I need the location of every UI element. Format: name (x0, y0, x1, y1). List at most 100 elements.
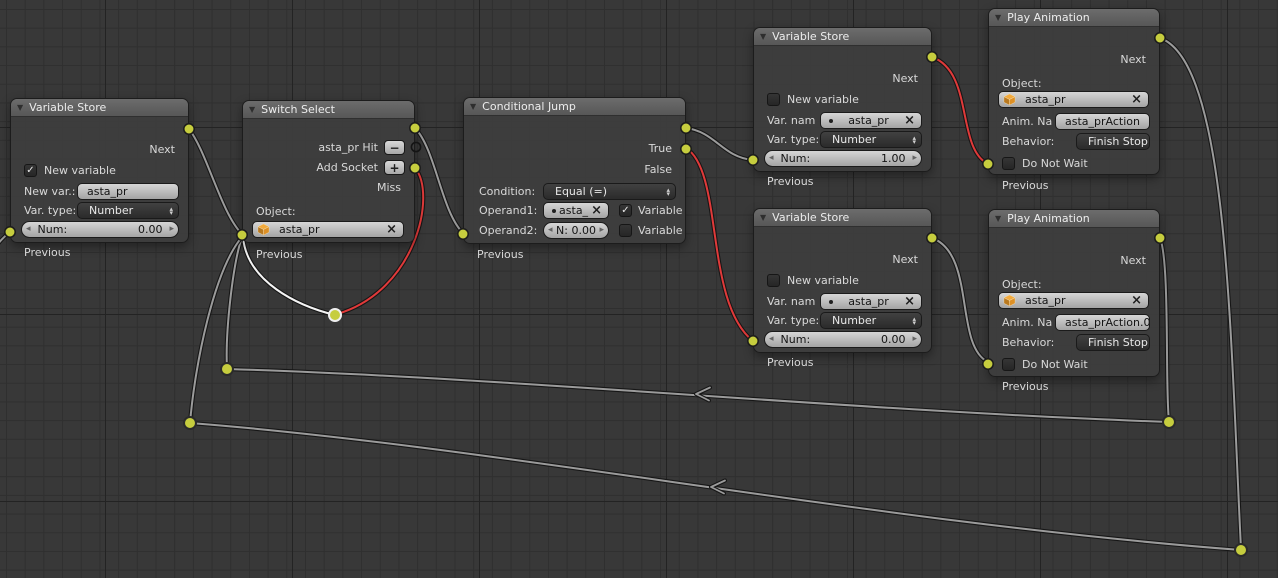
clear-object-icon[interactable]: × (384, 223, 399, 236)
reroute-miss-loop[interactable] (329, 309, 341, 321)
slider-right-arrow-icon[interactable]: ▸ (599, 226, 604, 235)
wire-reroute-left-lower__ss-previous[interactable] (190, 237, 242, 423)
dropdown-arrows-icon[interactable]: ▴▾ (909, 317, 919, 325)
node-variable-store-3[interactable]: ▼Variable StoreNext✓New variableVar. nam… (753, 208, 932, 353)
clear-field-icon[interactable]: × (902, 295, 917, 308)
checkbox-new-variable[interactable]: ✓ (767, 274, 780, 287)
node-header[interactable]: ▼Play Animation (989, 210, 1159, 228)
text-field[interactable]: asta_prAction.001 (1055, 314, 1150, 331)
number-slider[interactable]: ◂Num:1.00▸ (764, 150, 922, 167)
wire-pa2-next__reroute-right-mid[interactable] (1160, 238, 1169, 421)
reroute-right-mid[interactable] (1163, 416, 1175, 428)
dropdown-condition[interactable]: Equal (=)▴▾ (543, 183, 676, 200)
collapse-triangle-icon[interactable]: ▼ (995, 215, 1001, 223)
checkbox-do-not-wait[interactable]: ✓ (1002, 358, 1015, 371)
minus-button[interactable]: − (384, 140, 405, 155)
reroute-right-bottom[interactable] (1235, 544, 1247, 556)
node-play-animation-1[interactable]: ▼Play AnimationNextObject:asta_pr×Anim. … (988, 8, 1160, 175)
dropdown-vartype[interactable]: Number▴▾ (77, 202, 179, 219)
collapse-triangle-icon[interactable]: ▼ (760, 33, 766, 41)
conditional-jump-previous-socket[interactable] (458, 229, 468, 239)
collapse-triangle-icon[interactable]: ▼ (470, 103, 476, 111)
node-variable-store-1[interactable]: ▼Variable StoreNext✓New variableNew var.… (10, 98, 189, 243)
node-header[interactable]: ▼Variable Store (754, 209, 931, 227)
checkbox-do-not-wait[interactable]: ✓ (1002, 157, 1015, 170)
checkbox-variable[interactable]: ✓ (619, 224, 632, 237)
conditional-jump-true-socket[interactable] (681, 123, 691, 133)
node-header[interactable]: ▼Switch Select (243, 101, 414, 119)
text-field[interactable]: asta_prAction (1055, 113, 1150, 130)
wire-pa1-next__reroute-right-bottom[interactable] (1160, 38, 1241, 549)
play-animation-2-previous-socket[interactable] (983, 359, 993, 369)
dropdown-arrows-icon[interactable]: ▴▾ (166, 207, 176, 215)
collapse-triangle-icon[interactable]: ▼ (760, 214, 766, 222)
play-animation-1-next-socket[interactable] (1155, 33, 1165, 43)
number-slider[interactable]: ◂Num:0.00▸ (764, 331, 922, 348)
checkbox-new-variable[interactable]: ✓ (767, 93, 780, 106)
play-animation-1-previous-socket[interactable] (983, 159, 993, 169)
switch-select-row-label: Previous (243, 246, 414, 263)
node-conditional-jump[interactable]: ▼Conditional JumpTrueFalseCondition:Equa… (463, 97, 686, 244)
dropdown-arrows-icon[interactable]: ▴▾ (909, 136, 919, 144)
dropdown-arrows-icon[interactable]: ▴▾ (663, 188, 673, 196)
node-header[interactable]: ▼Variable Store (754, 28, 931, 46)
node-switch-select[interactable]: ▼Switch Selectasta_pr Hit−Add Socket+Mis… (242, 100, 415, 243)
wire-reroute-left-upper__ss-previous[interactable] (227, 237, 242, 369)
play-animation-2-next-socket[interactable] (1155, 233, 1165, 243)
node-editor-canvas[interactable]: ▼Variable StoreNext✓New variableNew var.… (0, 0, 1278, 578)
operand-field[interactable]: asta_× (543, 202, 609, 219)
clear-field-icon[interactable]: × (589, 204, 604, 217)
checkbox-new-variable[interactable]: ✓ (24, 164, 37, 177)
wire-vs2-next__pa1-previous[interactable] (932, 57, 988, 164)
operand-slider[interactable]: ◂N: 0.00▸ (543, 222, 609, 239)
node-header[interactable]: ▼Conditional Jump (464, 98, 685, 116)
wire-cj-true__vs2-previous[interactable] (686, 128, 753, 160)
reroute-left-lower[interactable] (184, 417, 196, 429)
dropdown-arrows-icon[interactable]: ▴▾ (1148, 138, 1150, 146)
slider-right-arrow-icon[interactable]: ▸ (169, 225, 174, 234)
conditional-jump-false-socket[interactable] (681, 144, 691, 154)
wire-vs1-next__ss-previous[interactable] (189, 129, 242, 234)
variable-store-2-next-socket[interactable] (927, 52, 937, 62)
collapse-triangle-icon[interactable]: ▼ (995, 14, 1001, 22)
dropdown-vartype[interactable]: Number▴▾ (820, 312, 922, 329)
dropdown-behavior[interactable]: Finish Stop▴▾ (1076, 334, 1150, 351)
slider-right-arrow-icon[interactable]: ▸ (912, 335, 917, 344)
collapse-triangle-icon[interactable]: ▼ (249, 106, 255, 114)
dropdown-behavior[interactable]: Finish Stop▴▾ (1076, 133, 1150, 150)
variable-store-1-next-socket[interactable] (184, 124, 194, 134)
wire-reroute-right-bottom__reroute-left-lower[interactable] (190, 423, 1241, 550)
wire-vs3-next__pa2-previous[interactable] (932, 238, 988, 362)
object-id-field[interactable]: asta_pr× (998, 91, 1149, 108)
clear-object-icon[interactable]: × (1129, 93, 1144, 106)
dropdown-arrows-icon[interactable]: ▴▾ (1148, 339, 1150, 347)
node-variable-store-2[interactable]: ▼Variable StoreNext✓New variableVar. nam… (753, 27, 932, 172)
text-field[interactable]: asta_pr× (820, 112, 922, 129)
variable-store-3-previous-socket[interactable] (748, 336, 758, 346)
number-slider[interactable]: ◂Num:0.00▸ (21, 221, 179, 238)
text-field[interactable]: asta_pr (77, 183, 179, 200)
switch-select-miss-socket[interactable] (410, 163, 420, 173)
text-field[interactable]: asta_pr× (820, 293, 922, 310)
id-dot-icon (829, 119, 833, 123)
wire-ss-hit__cj-previous[interactable] (415, 128, 463, 233)
node-play-animation-2[interactable]: ▼Play AnimationNextObject:asta_pr×Anim. … (988, 209, 1160, 377)
switch-select-asta-pr-hit-socket[interactable] (410, 123, 420, 133)
variable-store-2-previous-socket[interactable] (748, 155, 758, 165)
wire-cj-false__vs3-previous[interactable] (686, 148, 753, 341)
variable-store-3-next-socket[interactable] (927, 233, 937, 243)
dropdown-vartype[interactable]: Number▴▾ (820, 131, 922, 148)
reroute-left-upper[interactable] (221, 363, 233, 375)
object-id-field[interactable]: asta_pr× (252, 221, 404, 238)
clear-field-icon[interactable]: × (902, 114, 917, 127)
node-header[interactable]: ▼Play Animation (989, 9, 1159, 27)
collapse-triangle-icon[interactable]: ▼ (17, 104, 23, 112)
node-header[interactable]: ▼Variable Store (11, 99, 188, 117)
clear-object-icon[interactable]: × (1129, 294, 1144, 307)
checkbox-variable[interactable]: ✓ (619, 204, 632, 217)
slider-right-arrow-icon[interactable]: ▸ (912, 154, 917, 163)
variable-store-1-previous-socket[interactable] (5, 227, 15, 237)
plus-button[interactable]: + (384, 160, 405, 175)
switch-select-previous-socket[interactable] (237, 230, 247, 240)
object-id-field[interactable]: asta_pr× (998, 292, 1149, 309)
